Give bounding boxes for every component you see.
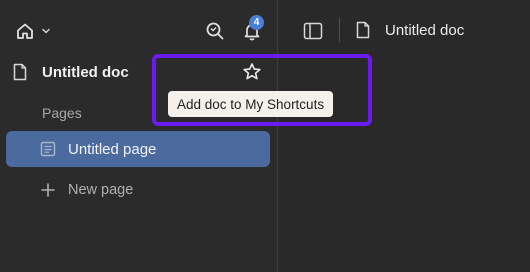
doc-title: Untitled doc: [42, 63, 129, 81]
breadcrumb[interactable]: Untitled doc: [355, 18, 464, 42]
sidebar-toggle-icon: [303, 22, 323, 40]
home-icon: [15, 21, 35, 41]
breadcrumb-doc-title: Untitled doc: [385, 21, 465, 39]
new-page-button[interactable]: New page: [40, 178, 133, 202]
sidebar-item-label: Untitled page: [68, 140, 157, 158]
plus-icon: [40, 182, 56, 198]
add-to-shortcuts-button[interactable]: [238, 60, 266, 84]
shortcut-tooltip: Add doc to My Shortcuts: [168, 91, 334, 117]
star-icon: [242, 62, 262, 82]
new-page-label: New page: [68, 182, 134, 198]
chevron-down-icon: [41, 26, 51, 36]
doc-title-row[interactable]: Untitled doc: [12, 60, 129, 84]
search-button[interactable]: [202, 18, 228, 44]
sidebar-item-untitled-page[interactable]: Untitled page: [6, 131, 270, 167]
notifications-button[interactable]: 4: [238, 15, 266, 44]
notification-count-badge: 4: [249, 15, 264, 30]
main-area: Untitled doc: [279, 0, 530, 272]
page-icon: [40, 141, 56, 157]
sidebar: 4 Untitled doc Pages Untitled page New p…: [0, 0, 278, 272]
home-switcher-button[interactable]: [10, 18, 56, 44]
document-icon: [12, 63, 28, 81]
document-icon: [355, 21, 371, 39]
header-divider: [339, 18, 340, 42]
search-icon: [205, 21, 225, 41]
pages-section-label: Pages: [42, 105, 82, 121]
sidebar-toggle-button[interactable]: [301, 19, 325, 43]
